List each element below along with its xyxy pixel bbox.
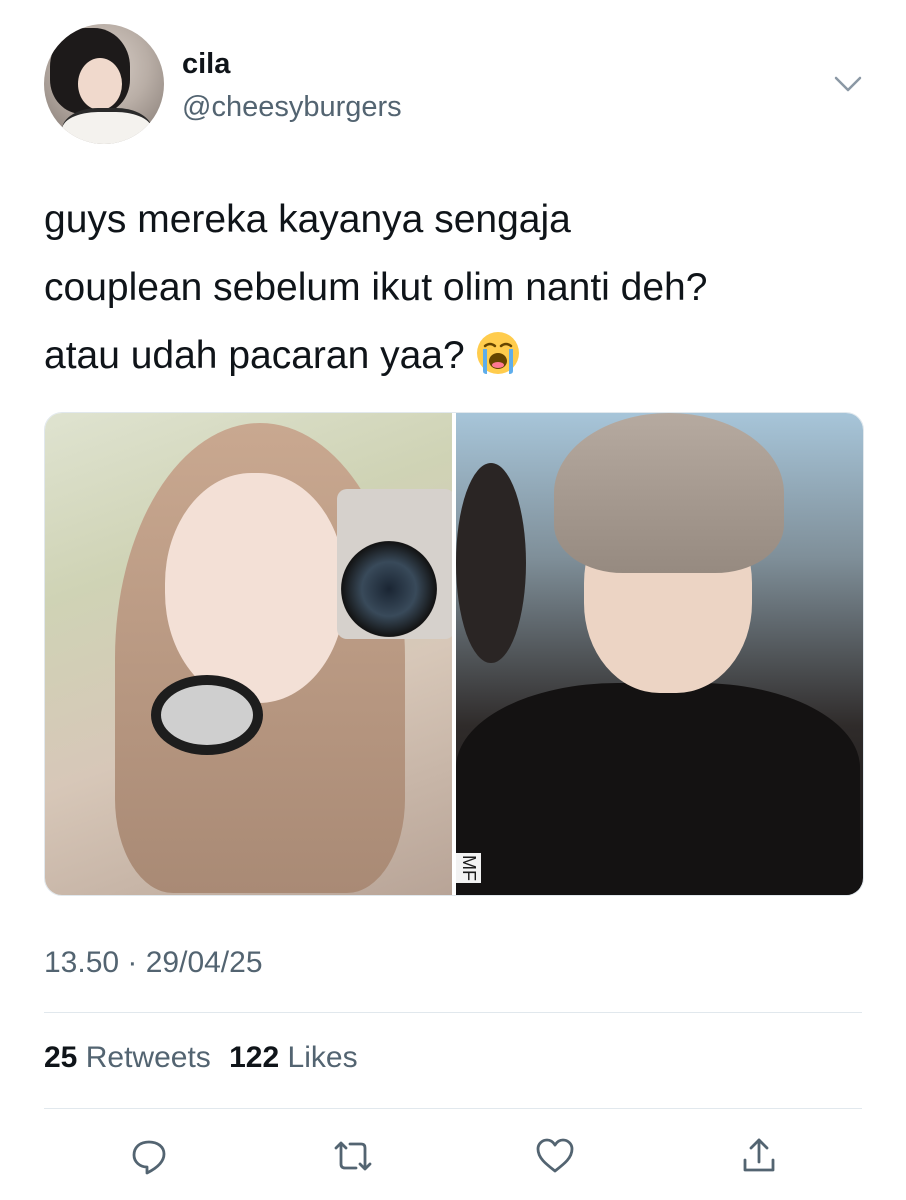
like-button[interactable] <box>533 1134 577 1178</box>
display-name[interactable]: cila <box>182 48 230 81</box>
tweet-text-line-content: atau udah pacaran yaa? <box>44 334 465 377</box>
retweets-count[interactable]: 25 <box>44 1041 77 1074</box>
chevron-down-icon[interactable] <box>832 72 864 96</box>
media-watermark: MF <box>456 853 481 883</box>
tweet-media[interactable]: MF <box>44 412 864 896</box>
user-handle[interactable]: @cheesyburgers <box>182 91 402 124</box>
divider <box>44 1012 862 1013</box>
retweets-label[interactable]: Retweets <box>86 1041 211 1074</box>
loudly-crying-face-icon <box>476 331 519 374</box>
share-icon <box>743 1138 775 1172</box>
retweet-icon <box>334 1141 372 1171</box>
media-photo-left[interactable] <box>45 413 452 895</box>
divider <box>44 1108 862 1109</box>
tweet-text: guys mereka kayanya sengaja couplean seb… <box>44 186 864 390</box>
tweet-text-line: guys mereka kayanya sengaja <box>44 198 571 241</box>
tweet-text-line: couplean sebelum ikut olim nanti deh? <box>44 266 708 309</box>
media-photo-right[interactable]: MF <box>456 413 863 895</box>
reply-icon <box>132 1140 166 1175</box>
retweet-button[interactable] <box>331 1134 375 1178</box>
tweet-text-line: atau udah pacaran yaa? <box>44 322 864 390</box>
tweet-timestamp[interactable]: 13.50 · 29/04/25 <box>44 946 263 980</box>
likes-count[interactable]: 122 <box>229 1041 279 1074</box>
share-button[interactable] <box>737 1134 781 1178</box>
likes-label[interactable]: Likes <box>288 1041 358 1074</box>
avatar[interactable] <box>44 24 164 144</box>
reply-button[interactable] <box>127 1134 171 1178</box>
tweet-stats: 25 Retweets 122 Likes <box>44 1041 358 1075</box>
like-icon <box>536 1138 574 1173</box>
